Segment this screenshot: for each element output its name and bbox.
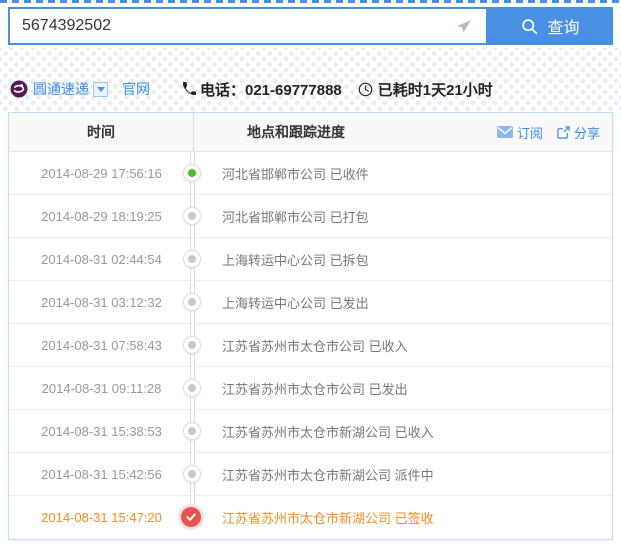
carrier-info-bar: 圆通速递 官网 电话：021-69777888 已耗时1天21小时 xyxy=(10,79,493,99)
tracking-row: 2014-08-31 15:38:53 江苏省苏州市太仓市新湖公司 已收入 xyxy=(9,410,612,453)
tracking-time: 2014-08-31 03:12:32 xyxy=(41,294,162,310)
tracking-row: 2014-08-29 18:19:25 河北省邯郸市公司 已打包 xyxy=(9,195,612,238)
timeline-dot xyxy=(183,207,201,225)
tracking-status: 上海转运中心公司 已拆包 xyxy=(222,252,369,268)
timeline-dot-inner xyxy=(188,298,196,306)
timeline-dot-inner xyxy=(188,427,196,435)
check-icon xyxy=(186,513,196,521)
search-button-label: 查询 xyxy=(547,20,580,37)
tracking-status: 江苏省苏州市太仓市公司 已发出 xyxy=(222,381,408,397)
tracking-row: 2014-08-31 15:47:20 江苏省苏州市太仓市新湖公司 已签收 xyxy=(9,496,612,539)
phone-group: 电话：021-69777888 xyxy=(182,79,342,100)
tracking-row: 2014-08-29 17:56:16 河北省邯郸市公司 已收件 xyxy=(9,152,612,195)
timeline-dot xyxy=(183,465,201,483)
share-label: 分享 xyxy=(573,125,600,141)
search-button[interactable]: 查询 xyxy=(488,7,613,45)
chevron-down-icon xyxy=(96,86,105,92)
share-link[interactable]: 分享 xyxy=(557,123,600,142)
tracking-table: 时间 地点和跟踪进度 订阅 分享 2014-08-29 17:56:16 河北省… xyxy=(8,112,613,540)
tracking-time: 2014-08-31 15:38:53 xyxy=(41,423,162,439)
share-icon xyxy=(557,125,570,139)
official-site-link[interactable]: 官网 xyxy=(122,79,150,99)
tracking-row: 2014-08-31 09:11:28 江苏省苏州市太仓市公司 已发出 xyxy=(9,367,612,410)
timeline-dot xyxy=(183,293,201,311)
tracking-time: 2014-08-31 09:11:28 xyxy=(41,380,162,396)
tracking-input-wrap xyxy=(8,7,488,45)
tracking-number-input[interactable] xyxy=(10,9,486,43)
tracking-status: 江苏省苏州市太仓市新湖公司 已收入 xyxy=(222,424,434,440)
timeline-dot-inner xyxy=(188,470,196,478)
tracking-row: 2014-08-31 03:12:32 上海转运中心公司 已发出 xyxy=(9,281,612,324)
tracking-status: 江苏省苏州市太仓市公司 已收入 xyxy=(222,338,408,354)
elapsed-group: 已耗时1天21小时 xyxy=(358,79,493,100)
subscribe-link[interactable]: 订阅 xyxy=(496,123,543,142)
tracking-status: 江苏省苏州市太仓市新湖公司 已签收 xyxy=(222,511,434,526)
tracking-status: 江苏省苏州市太仓市新湖公司 派件中 xyxy=(222,467,434,483)
timeline-dot xyxy=(183,250,201,268)
subscribe-label: 订阅 xyxy=(516,125,543,141)
tracking-row: 2014-08-31 07:58:43 江苏省苏州市太仓市公司 已收入 xyxy=(9,324,612,367)
tracking-status: 上海转运中心公司 已发出 xyxy=(222,295,369,311)
tracking-status: 河北省邯郸市公司 已收件 xyxy=(222,166,369,182)
timeline-dot-inner xyxy=(188,169,196,177)
tracking-row: 2014-08-31 15:42:56 江苏省苏州市太仓市新湖公司 派件中 xyxy=(9,453,612,496)
timeline-dot xyxy=(181,507,201,527)
timeline-dot xyxy=(183,164,201,182)
column-header-progress: 地点和跟踪进度 xyxy=(247,124,345,140)
timeline-dot-inner xyxy=(188,255,196,263)
tracking-time: 2014-08-31 07:58:43 xyxy=(41,337,162,353)
envelope-icon xyxy=(496,126,513,138)
timeline-dot xyxy=(183,379,201,397)
timeline-dot-inner xyxy=(188,384,196,392)
tracking-time: 2014-08-29 18:19:25 xyxy=(41,208,162,224)
tracking-table-header: 时间 地点和跟踪进度 订阅 分享 xyxy=(9,113,612,152)
decorative-dashed-line xyxy=(0,0,621,3)
search-bar: 查询 xyxy=(8,7,613,45)
timeline-dot xyxy=(183,336,201,354)
tracking-time: 2014-08-31 15:47:20 xyxy=(41,510,162,525)
tracking-row: 2014-08-31 02:44:54 上海转运中心公司 已拆包 xyxy=(9,238,612,281)
tracking-time: 2014-08-31 02:44:54 xyxy=(41,251,162,267)
timeline-dot-inner xyxy=(188,341,196,349)
carrier-logo-icon xyxy=(10,80,28,98)
carrier-dropdown-button[interactable] xyxy=(93,81,108,97)
elapsed-time-text: 已耗时1天21小时 xyxy=(377,81,493,99)
tracking-table-body: 2014-08-29 17:56:16 河北省邯郸市公司 已收件 2014-08… xyxy=(9,152,612,539)
tracking-status: 河北省邯郸市公司 已打包 xyxy=(222,209,369,225)
column-header-time: 时间 xyxy=(9,113,194,151)
phone-icon xyxy=(182,82,196,96)
paper-plane-icon[interactable] xyxy=(455,18,473,36)
carrier-name-link[interactable]: 圆通速递 xyxy=(33,79,89,99)
timeline-dot-inner xyxy=(188,212,196,220)
magnifier-icon xyxy=(522,18,538,34)
tracking-time: 2014-08-29 17:56:16 xyxy=(41,165,162,181)
timeline-dot xyxy=(183,422,201,440)
tracking-time: 2014-08-31 15:42:56 xyxy=(41,466,162,482)
phone-number-text: 电话：021-69777888 xyxy=(200,81,342,99)
clock-icon xyxy=(358,82,373,96)
header-actions: 订阅 分享 xyxy=(496,123,612,142)
